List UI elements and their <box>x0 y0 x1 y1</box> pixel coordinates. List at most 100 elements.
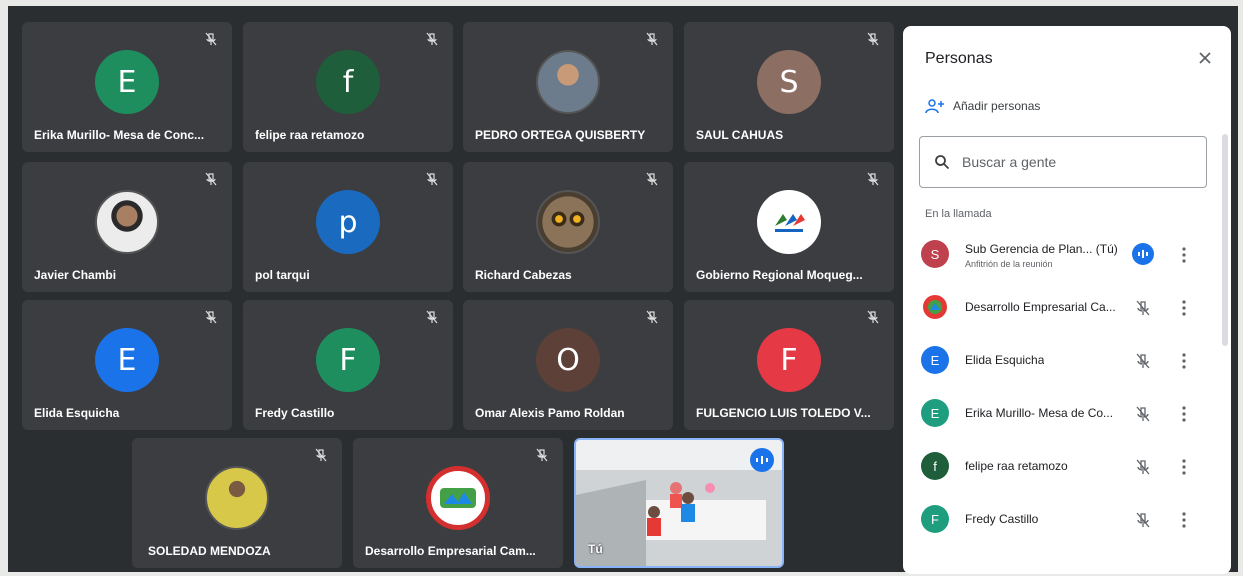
close-icon[interactable] <box>1195 48 1215 68</box>
mic-off-icon <box>315 448 327 462</box>
participant-tile[interactable]: O Omar Alexis Pamo Roldan <box>463 300 673 430</box>
avatar-logo <box>426 466 490 530</box>
avatar-logo <box>757 190 821 254</box>
participant-name: SOLEDAD MENDOZA <box>148 544 271 558</box>
mic-off-icon <box>646 172 658 186</box>
participant-name: Javier Chambi <box>34 268 117 282</box>
avatar: F <box>316 328 380 392</box>
participant-tile[interactable]: Desarrollo Empresarial Cam... <box>353 438 563 568</box>
participant-name: pol tarqui <box>255 268 310 282</box>
search-box[interactable] <box>919 136 1207 188</box>
mic-off-icon <box>1136 353 1150 369</box>
mic-off-icon <box>1136 300 1150 316</box>
avatar: S <box>921 240 949 268</box>
participant-tile[interactable]: E Elida Esquicha <box>22 300 232 430</box>
participant-name: Erika Murillo- Mesa de Conc... <box>34 128 205 142</box>
participant-tile[interactable]: f felipe raa retamozo <box>243 22 453 152</box>
mic-off-icon <box>1136 406 1150 422</box>
more-vert-icon[interactable] <box>1179 298 1189 318</box>
participant-tile[interactable]: p pol tarqui <box>243 162 453 292</box>
participant-tile[interactable]: Gobierno Regional Moqueg... <box>684 162 894 292</box>
participant-name: Tú <box>588 542 603 556</box>
avatar: E <box>921 346 949 374</box>
section-label: En la llamada <box>925 208 992 220</box>
mic-off-icon <box>426 310 438 324</box>
avatar: f <box>316 50 380 114</box>
mic-off-icon <box>426 32 438 46</box>
participant-name: Desarrollo Empresarial Cam... <box>365 544 536 558</box>
mic-off-icon <box>646 32 658 46</box>
more-vert-icon[interactable] <box>1179 245 1189 265</box>
mic-off-icon <box>867 32 879 46</box>
participant-row[interactable]: Desarrollo Empresarial Ca... <box>903 281 1213 334</box>
add-people-label: Añadir personas <box>953 99 1041 113</box>
avatar: E <box>95 328 159 392</box>
avatar: E <box>921 399 949 427</box>
mic-off-icon <box>1136 459 1150 475</box>
avatar: f <box>921 452 949 480</box>
participant-row[interactable]: E Erika Murillo- Mesa de Co... <box>903 387 1213 440</box>
scrollbar[interactable] <box>1222 134 1228 346</box>
participant-name: felipe raa retamozo <box>255 128 365 142</box>
participant-name: Elida Esquicha <box>965 353 1045 367</box>
avatar-logo <box>921 293 949 321</box>
add-people-button[interactable]: Añadir personas <box>925 98 1040 114</box>
avatar: E <box>95 50 159 114</box>
participant-name: FULGENCIO LUIS TOLEDO V... <box>696 406 871 420</box>
participant-tile[interactable]: E Erika Murillo- Mesa de Conc... <box>22 22 232 152</box>
participant-name: Desarrollo Empresarial Ca... <box>965 300 1116 314</box>
avatar: S <box>757 50 821 114</box>
search-icon <box>935 155 950 170</box>
participant-name: Elida Esquicha <box>34 406 120 420</box>
participant-name: Sub Gerencia de Plan... (Tú) <box>965 242 1118 256</box>
mic-off-icon <box>205 172 217 186</box>
mic-off-icon <box>646 310 658 324</box>
participant-role: Anfitrión de la reunión <box>965 259 1053 269</box>
speaking-icon <box>750 448 774 472</box>
mic-off-icon <box>1136 512 1150 528</box>
mic-off-icon <box>867 172 879 186</box>
participant-name: Richard Cabezas <box>475 268 572 282</box>
participant-tile[interactable]: PEDRO ORTEGA QUISBERTY <box>463 22 673 152</box>
participant-row[interactable]: f felipe raa retamozo <box>903 440 1213 493</box>
self-view-tile[interactable]: Tú <box>574 438 784 568</box>
enterprise-logo-icon <box>923 295 947 319</box>
participant-name: Erika Murillo- Mesa de Co... <box>965 406 1114 420</box>
more-vert-icon[interactable] <box>1179 404 1189 424</box>
search-input[interactable] <box>960 153 1184 171</box>
mic-off-icon <box>205 310 217 324</box>
more-vert-icon[interactable] <box>1179 457 1189 477</box>
participant-tile[interactable]: F FULGENCIO LUIS TOLEDO V... <box>684 300 894 430</box>
participants-list: S Sub Gerencia de Plan... (Tú) Anfitrión… <box>903 228 1213 546</box>
participant-tile[interactable]: Javier Chambi <box>22 162 232 292</box>
participant-tile[interactable]: S SAUL CAHUAS <box>684 22 894 152</box>
panel-title: Personas <box>925 50 993 67</box>
avatar: F <box>921 505 949 533</box>
avatar: p <box>316 190 380 254</box>
regional-logo-icon <box>775 214 805 232</box>
participant-tile[interactable]: SOLEDAD MENDOZA <box>132 438 342 568</box>
speaking-icon <box>1132 243 1154 265</box>
participant-name: PEDRO ORTEGA QUISBERTY <box>475 128 646 142</box>
participant-row[interactable]: F Fredy Castillo <box>903 493 1213 546</box>
participant-name: felipe raa retamozo <box>965 459 1068 473</box>
people-panel: Personas Añadir personas En la llamada S… <box>903 26 1231 574</box>
enterprise-logo-icon <box>440 488 476 508</box>
participant-name: Gobierno Regional Moqueg... <box>696 268 863 282</box>
avatar-photo <box>536 190 600 254</box>
mic-off-icon <box>205 32 217 46</box>
avatar-photo <box>95 190 159 254</box>
avatar-photo <box>536 50 600 114</box>
participant-tile[interactable]: F Fredy Castillo <box>243 300 453 430</box>
mic-off-icon <box>536 448 548 462</box>
more-vert-icon[interactable] <box>1179 510 1189 530</box>
mic-off-icon <box>426 172 438 186</box>
participant-name: Fredy Castillo <box>965 512 1039 526</box>
avatar: O <box>536 328 600 392</box>
participant-row[interactable]: E Elida Esquicha <box>903 334 1213 387</box>
avatar: F <box>757 328 821 392</box>
participant-row[interactable]: S Sub Gerencia de Plan... (Tú) Anfitrión… <box>903 228 1213 281</box>
more-vert-icon[interactable] <box>1179 351 1189 371</box>
participant-tile[interactable]: Richard Cabezas <box>463 162 673 292</box>
mic-off-icon <box>867 310 879 324</box>
